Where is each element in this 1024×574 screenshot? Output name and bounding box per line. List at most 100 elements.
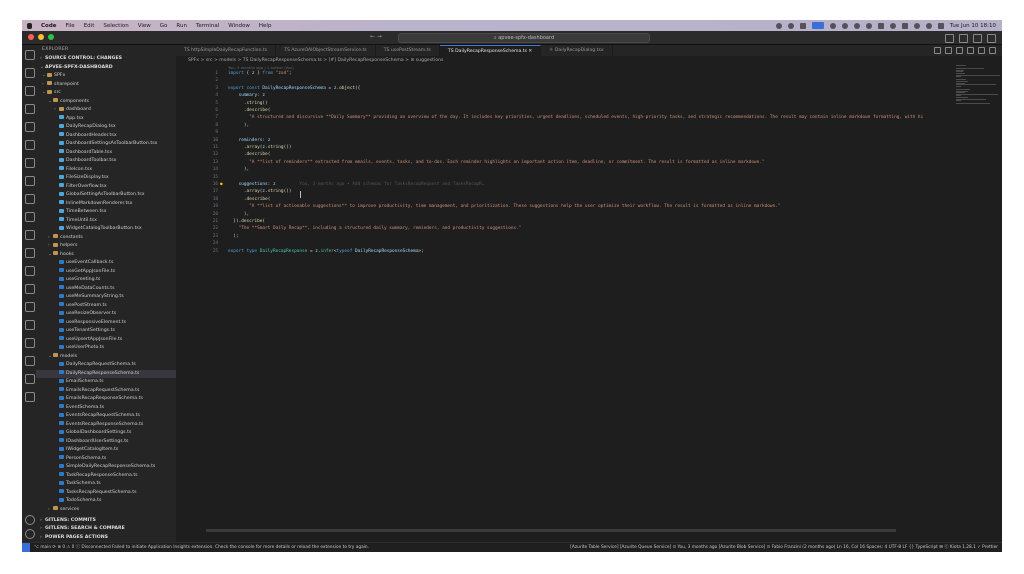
- toggle-secondary-sidebar-icon[interactable]: [973, 34, 982, 43]
- file-item[interactable]: FileIcon.tsx: [36, 166, 176, 175]
- file-item[interactable]: useUpsertAppJsonFile.ts: [36, 336, 176, 345]
- folder-item[interactable]: › sharepoint: [36, 81, 176, 90]
- folder-item[interactable]: ⌄ models: [36, 353, 176, 362]
- file-item[interactable]: EventsRecapRequestSchema.ts: [36, 412, 176, 421]
- go-back-icon[interactable]: [945, 47, 952, 54]
- status-icon[interactable]: [775, 22, 782, 29]
- status-icon[interactable]: [853, 22, 860, 29]
- customize-layout-icon[interactable]: [987, 34, 996, 43]
- file-item[interactable]: useResponsiveElement.ts: [36, 319, 176, 328]
- clock[interactable]: Tue Jun 10 18:10: [950, 23, 996, 29]
- file-item[interactable]: DashboardTable.tsx: [36, 149, 176, 158]
- folder-item[interactable]: › constants: [36, 234, 176, 243]
- file-item[interactable]: useEventCallback.ts: [36, 259, 176, 268]
- file-item[interactable]: EventSchema.ts: [36, 404, 176, 413]
- menu-edit[interactable]: Edit: [84, 23, 95, 29]
- file-item[interactable]: IWidgetCatalogItem.ts: [36, 446, 176, 455]
- folder-item[interactable]: › helpers: [36, 242, 176, 251]
- file-item[interactable]: App.tsx: [36, 115, 176, 124]
- status-left[interactable]: ⌥ main ⟳ ⊗ 0 ⚠ 0 ⓘ Disconnected Failed t…: [34, 543, 369, 552]
- folder-item[interactable]: ⌄ hooks: [36, 251, 176, 260]
- file-item[interactable]: FileSizeDisplay.tsx: [36, 174, 176, 183]
- extension-view-icon[interactable]: [25, 392, 35, 402]
- copilot-icon[interactable]: [25, 230, 35, 240]
- code-line[interactable]: );: [228, 234, 238, 239]
- search-icon[interactable]: [25, 68, 35, 78]
- status-icon[interactable]: [841, 22, 848, 29]
- horizontal-scrollbar[interactable]: [206, 529, 896, 532]
- status-right[interactable]: [Azurite Table Service] [Azurite Queue S…: [570, 543, 998, 552]
- go-forward-icon[interactable]: [956, 47, 963, 54]
- volume-icon[interactable]: [865, 22, 872, 29]
- code-line[interactable]: "A **list of actionable suggestions** to…: [228, 204, 780, 209]
- account-icon[interactable]: [25, 515, 35, 525]
- extension-view-icon[interactable]: [25, 266, 35, 276]
- code-line[interactable]: .describe(: [228, 152, 270, 157]
- remote-explorer-icon[interactable]: [25, 140, 35, 150]
- settings-gear-icon[interactable]: [25, 529, 35, 539]
- code-line[interactable]: ),: [228, 167, 249, 172]
- file-item[interactable]: PersonSchema.ts: [36, 455, 176, 464]
- code-line[interactable]: .describe(: [228, 108, 270, 113]
- file-item[interactable]: useGreeting.ts: [36, 276, 176, 285]
- status-icon[interactable]: [787, 22, 794, 29]
- editor-tab[interactable]: TS DailyRecapResponseSchema.ts ✕: [439, 45, 542, 56]
- explorer-icon[interactable]: [25, 50, 35, 60]
- menu-view[interactable]: View: [138, 23, 151, 29]
- search-icon[interactable]: [925, 22, 932, 29]
- apple-menu[interactable]: [27, 22, 32, 29]
- copilot-icon[interactable]: [934, 47, 941, 54]
- source-control-icon[interactable]: [25, 86, 35, 96]
- sidebar-section[interactable]: › GITLENS: SEARCH & COMPARE: [36, 525, 176, 534]
- run-debug-icon[interactable]: [25, 104, 35, 114]
- menu-file[interactable]: File: [65, 23, 74, 29]
- file-item[interactable]: EventsRecapResponseSchema.ts: [36, 421, 176, 430]
- codelens-blame[interactable]: You, 3 months ago | 1 author (You): [176, 65, 1002, 71]
- section-source-control[interactable]: › SOURCE CONTROL: CHANGES: [36, 55, 176, 64]
- extension-view-icon[interactable]: [25, 374, 35, 384]
- docker-icon[interactable]: [25, 194, 35, 204]
- code-line[interactable]: export const DailyRecapResponseSchema = …: [228, 86, 360, 91]
- editor-tab[interactable]: TS httpSimpleDailyRecapFunction.ts: [176, 45, 277, 56]
- file-item[interactable]: IDashboardUserSettings.ts: [36, 438, 176, 447]
- file-item[interactable]: TasksRecapRequestSchema.ts: [36, 489, 176, 498]
- folder-item[interactable]: ⌄ components: [36, 98, 176, 107]
- file-item[interactable]: TimeBetween.tsx: [36, 208, 176, 217]
- extension-view-icon[interactable]: [25, 302, 35, 312]
- file-item[interactable]: FilterOverflow.tsx: [36, 183, 176, 192]
- breadcrumb[interactable]: SPFx > src > models > TS DailyRecapRespo…: [176, 56, 1002, 65]
- close-window-button[interactable]: [28, 34, 34, 40]
- extension-view-icon[interactable]: [25, 356, 35, 366]
- file-item[interactable]: EmailsRecapRequestSchema.ts: [36, 387, 176, 396]
- file-item[interactable]: TaskSchema.ts: [36, 480, 176, 489]
- battery-icon[interactable]: [901, 22, 908, 29]
- remote-indicator-icon[interactable]: [22, 543, 30, 552]
- gitlens-icon[interactable]: [25, 212, 35, 222]
- file-item[interactable]: usePostStream.ts: [36, 302, 176, 311]
- nav-arrows[interactable]: ← →: [370, 33, 382, 40]
- extensions-icon[interactable]: [25, 122, 35, 132]
- code-line[interactable]: .array(z.string()): [228, 145, 292, 150]
- timeline-icon[interactable]: [25, 248, 35, 258]
- folder-item[interactable]: ⌄ src: [36, 89, 176, 98]
- folder-item[interactable]: › services: [36, 506, 176, 515]
- status-icon[interactable]: [877, 22, 884, 29]
- file-item[interactable]: DailyRecapDialog.tsx: [36, 123, 176, 132]
- code-line[interactable]: reminders: z: [228, 138, 271, 143]
- file-item[interactable]: GlobalSettingAsToolbarButton.tsx: [36, 191, 176, 200]
- minimize-window-button[interactable]: [38, 34, 44, 40]
- minimap[interactable]: [954, 65, 1002, 365]
- file-item[interactable]: DashboardSettingsAsToolbarButton.tsx: [36, 140, 176, 149]
- status-icon[interactable]: [829, 22, 836, 29]
- file-item[interactable]: GlobalDashboardSettings.ts: [36, 429, 176, 438]
- file-item[interactable]: DailyRecapRequestSchema.ts: [36, 361, 176, 370]
- toggle-panel-icon[interactable]: [959, 34, 968, 43]
- compare-icon[interactable]: [967, 47, 974, 54]
- code-line[interactable]: import { z } from "zod";: [228, 71, 292, 76]
- file-item[interactable]: useGetAppJsonFile.ts: [36, 268, 176, 277]
- toggle-sidebar-icon[interactable]: [945, 34, 954, 43]
- file-item[interactable]: TimeUntil.tsx: [36, 217, 176, 226]
- menu-run[interactable]: Run: [176, 23, 187, 29]
- zoom-window-button[interactable]: [48, 34, 54, 40]
- code-line[interactable]: ),: [228, 212, 249, 217]
